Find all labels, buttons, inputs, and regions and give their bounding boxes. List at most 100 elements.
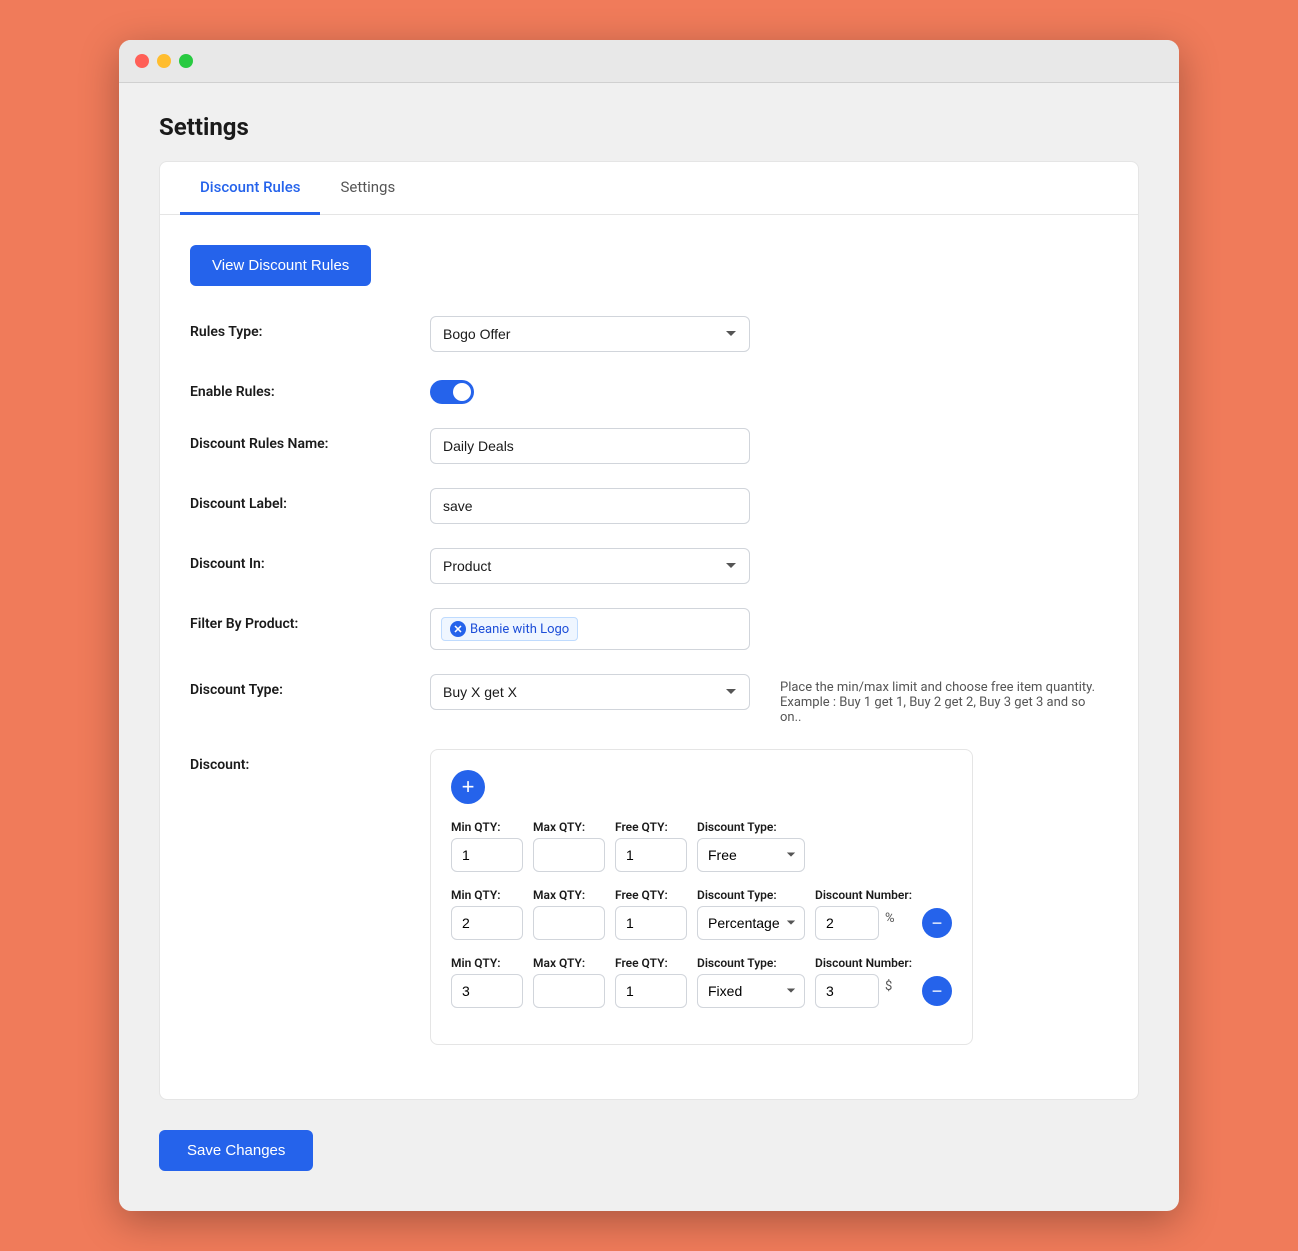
card-body: View Discount Rules Rules Type: Bogo Off… bbox=[160, 215, 1138, 1099]
save-changes-button[interactable]: Save Changes bbox=[159, 1130, 313, 1171]
discount-qty-row-1: Min QTY: Max QTY: Free QTY: bbox=[451, 820, 952, 872]
free-qty-label-2: Free QTY: bbox=[615, 888, 687, 902]
discount-number-field-2: Discount Number: % bbox=[815, 888, 912, 940]
discount-type-select[interactable]: Buy X get X Fixed Percentage bbox=[430, 674, 750, 710]
view-discount-rules-button[interactable]: View Discount Rules bbox=[190, 245, 371, 286]
main-card: Discount Rules Settings View Discount Ru… bbox=[159, 161, 1139, 1100]
product-tag: ✕ Beanie with Logo bbox=[441, 617, 578, 641]
discount-in-label: Discount In: bbox=[190, 548, 430, 572]
min-qty-input-1[interactable] bbox=[451, 838, 523, 872]
min-qty-label-3: Min QTY: bbox=[451, 956, 523, 970]
discount-rules-name-control bbox=[430, 428, 750, 464]
filter-by-product-label: Filter By Product: bbox=[190, 608, 430, 632]
discount-in-row: Discount In: Product Cart bbox=[190, 548, 1108, 584]
min-qty-input-2[interactable] bbox=[451, 906, 523, 940]
free-qty-field-1: Free QTY: bbox=[615, 820, 687, 872]
enable-rules-toggle[interactable] bbox=[430, 380, 474, 404]
discount-label: Discount: bbox=[190, 749, 430, 773]
max-qty-input-1[interactable] bbox=[533, 838, 605, 872]
titlebar bbox=[119, 40, 1179, 83]
discount-in-select[interactable]: Product Cart bbox=[430, 548, 750, 584]
tag-field[interactable]: ✕ Beanie with Logo bbox=[430, 608, 750, 650]
discount-number-wrap-3: $ bbox=[815, 974, 912, 1008]
discount-number-wrap-2: % bbox=[815, 906, 912, 940]
min-qty-label-2: Min QTY: bbox=[451, 888, 523, 902]
filter-by-product-control: ✕ Beanie with Logo bbox=[430, 608, 750, 650]
discount-type-field-2: Discount Type: Free Percentage Fixed bbox=[697, 888, 805, 940]
max-qty-label-3: Max QTY: bbox=[533, 956, 605, 970]
add-discount-row-button[interactable]: + bbox=[451, 770, 485, 804]
free-qty-input-2[interactable] bbox=[615, 906, 687, 940]
discount-number-field-3: Discount Number: $ bbox=[815, 956, 912, 1008]
discount-rules-name-label: Discount Rules Name: bbox=[190, 428, 430, 452]
discount-label-label: Discount Label: bbox=[190, 488, 430, 512]
discount-type-label-3: Discount Type: bbox=[697, 956, 805, 970]
max-qty-label-2: Max QTY: bbox=[533, 888, 605, 902]
maximize-icon[interactable] bbox=[179, 54, 193, 68]
free-qty-input-3[interactable] bbox=[615, 974, 687, 1008]
min-qty-label-1: Min QTY: bbox=[451, 820, 523, 834]
min-qty-field-3: Min QTY: bbox=[451, 956, 523, 1008]
close-icon[interactable] bbox=[135, 54, 149, 68]
discount-row: Discount: + Min QTY: Max QTY: bbox=[190, 749, 1108, 1045]
discount-type-control: Buy X get X Fixed Percentage bbox=[430, 674, 750, 710]
discount-type-select-3[interactable]: Free Percentage Fixed bbox=[697, 974, 805, 1008]
tag-label: Beanie with Logo bbox=[470, 622, 569, 637]
enable-rules-control bbox=[430, 376, 750, 404]
discount-number-input-3[interactable] bbox=[815, 974, 879, 1008]
discount-type-field-1: Discount Type: Free Percentage Fixed bbox=[697, 820, 805, 872]
free-qty-field-2: Free QTY: bbox=[615, 888, 687, 940]
page-title: Settings bbox=[159, 113, 1139, 141]
rules-type-control: Bogo Offer Percentage Fixed bbox=[430, 316, 750, 352]
discount-qty-row-2: Min QTY: Max QTY: Free QTY: bbox=[451, 888, 952, 940]
discount-type-label-2: Discount Type: bbox=[697, 888, 805, 902]
discount-type-select-1[interactable]: Free Percentage Fixed bbox=[697, 838, 805, 872]
minimize-icon[interactable] bbox=[157, 54, 171, 68]
rules-type-label: Rules Type: bbox=[190, 316, 430, 340]
free-qty-field-3: Free QTY: bbox=[615, 956, 687, 1008]
discount-qty-row-3: Min QTY: Max QTY: Free QTY: bbox=[451, 956, 952, 1008]
rules-type-select[interactable]: Bogo Offer Percentage Fixed bbox=[430, 316, 750, 352]
tag-remove-button[interactable]: ✕ bbox=[450, 621, 466, 637]
tab-discount-rules[interactable]: Discount Rules bbox=[180, 162, 320, 215]
max-qty-field-3: Max QTY: bbox=[533, 956, 605, 1008]
discount-in-control: Product Cart bbox=[430, 548, 750, 584]
discount-type-select-2[interactable]: Free Percentage Fixed bbox=[697, 906, 805, 940]
discount-number-label-2: Discount Number: bbox=[815, 888, 912, 902]
discount-type-label-1: Discount Type: bbox=[697, 820, 805, 834]
discount-label-input[interactable] bbox=[430, 488, 750, 524]
remove-row-3-button[interactable]: − bbox=[922, 976, 952, 1006]
discount-number-unit-2: % bbox=[885, 911, 895, 926]
tab-bar: Discount Rules Settings bbox=[160, 162, 1138, 215]
discount-hint-line2: Example : Buy 1 get 1, Buy 2 get 2, Buy … bbox=[780, 695, 1108, 725]
enable-rules-row: Enable Rules: bbox=[190, 376, 1108, 404]
window-content: Settings Discount Rules Settings View Di… bbox=[119, 83, 1179, 1211]
min-qty-field-1: Min QTY: bbox=[451, 820, 523, 872]
discount-rules-name-input[interactable] bbox=[430, 428, 750, 464]
toggle-wrap bbox=[430, 376, 750, 404]
free-qty-label-1: Free QTY: bbox=[615, 820, 687, 834]
app-window: Settings Discount Rules Settings View Di… bbox=[119, 40, 1179, 1211]
free-qty-label-3: Free QTY: bbox=[615, 956, 687, 970]
tab-settings[interactable]: Settings bbox=[320, 162, 415, 215]
discount-number-unit-3: $ bbox=[885, 979, 892, 994]
discount-box: + Min QTY: Max QTY: bbox=[430, 749, 973, 1045]
filter-by-product-row: Filter By Product: ✕ Beanie with Logo bbox=[190, 608, 1108, 650]
discount-hint: Place the min/max limit and choose free … bbox=[780, 674, 1108, 725]
max-qty-input-2[interactable] bbox=[533, 906, 605, 940]
max-qty-input-3[interactable] bbox=[533, 974, 605, 1008]
discount-label-row: Discount Label: bbox=[190, 488, 1108, 524]
discount-type-field-3: Discount Type: Free Percentage Fixed bbox=[697, 956, 805, 1008]
free-qty-input-1[interactable] bbox=[615, 838, 687, 872]
discount-number-input-2[interactable] bbox=[815, 906, 879, 940]
discount-rules-name-row: Discount Rules Name: bbox=[190, 428, 1108, 464]
discount-label-control bbox=[430, 488, 750, 524]
discount-number-label-3: Discount Number: bbox=[815, 956, 912, 970]
rules-type-row: Rules Type: Bogo Offer Percentage Fixed bbox=[190, 316, 1108, 352]
remove-row-2-button[interactable]: − bbox=[922, 908, 952, 938]
min-qty-input-3[interactable] bbox=[451, 974, 523, 1008]
max-qty-field-2: Max QTY: bbox=[533, 888, 605, 940]
toggle-knob bbox=[453, 383, 471, 401]
max-qty-field-1: Max QTY: bbox=[533, 820, 605, 872]
max-qty-label-1: Max QTY: bbox=[533, 820, 605, 834]
